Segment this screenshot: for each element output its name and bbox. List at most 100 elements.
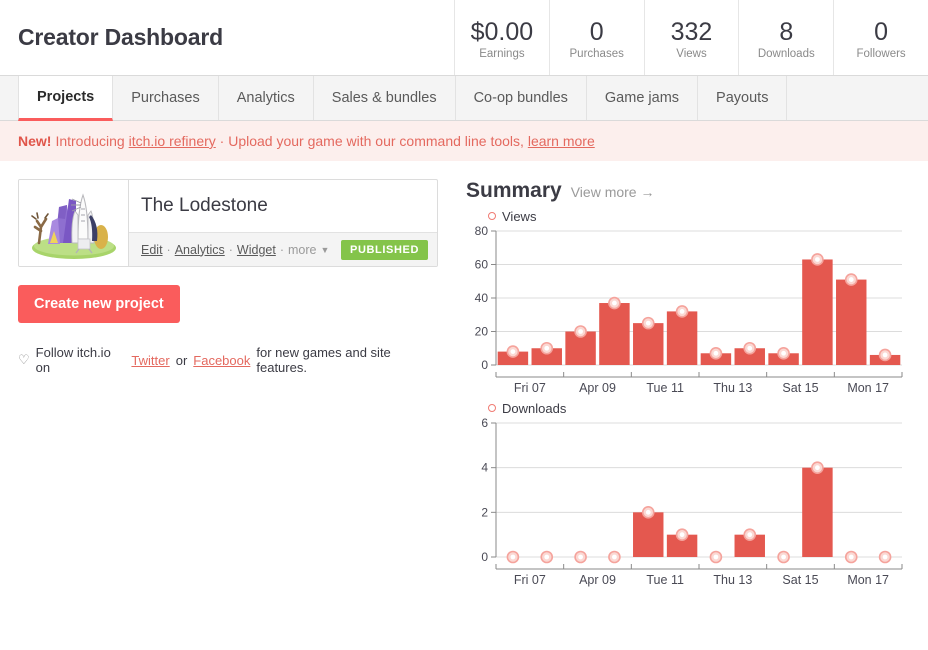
stat-value: $0.00 xyxy=(471,19,534,45)
data-point-marker[interactable] xyxy=(880,552,891,563)
announcement-banner: New! Introducing itch.io refinery · Uplo… xyxy=(0,121,928,161)
banner-text-2: · Upload your game with our command line… xyxy=(220,133,524,149)
x-axis-label: Thu 13 xyxy=(713,381,752,395)
y-axis-label: 60 xyxy=(475,258,489,272)
project-thumbnail[interactable] xyxy=(19,180,129,266)
follow-text-after: for new games and site features. xyxy=(256,345,438,375)
x-axis-label: Sat 15 xyxy=(782,573,818,587)
project-widget-link[interactable]: Widget xyxy=(237,243,276,257)
more-label: more xyxy=(288,243,316,257)
x-axis-label: Mon 17 xyxy=(847,573,889,587)
legend-circle-icon xyxy=(488,212,496,220)
x-axis-label: Sat 15 xyxy=(782,381,818,395)
data-point-marker[interactable] xyxy=(812,254,823,265)
stat-value: 0 xyxy=(874,19,888,45)
data-point-marker[interactable] xyxy=(575,326,586,337)
create-new-project-button[interactable]: Create new project xyxy=(18,285,180,323)
data-point-marker[interactable] xyxy=(710,348,721,359)
project-title[interactable]: The Lodestone xyxy=(129,180,437,232)
tab-game-jams[interactable]: Game jams xyxy=(587,76,698,120)
bar[interactable] xyxy=(633,512,663,557)
follow-text-before: Follow itch.io on xyxy=(36,345,126,375)
x-axis-label: Fri 07 xyxy=(514,573,546,587)
data-point-marker[interactable] xyxy=(609,298,620,309)
summary-view-more-link[interactable]: View more → xyxy=(571,184,655,200)
stat-label: Earnings xyxy=(479,48,524,60)
tab-purchases[interactable]: Purchases xyxy=(113,76,219,120)
stat-value: 0 xyxy=(590,19,604,45)
y-axis-label: 4 xyxy=(481,461,488,475)
data-point-marker[interactable] xyxy=(541,552,552,563)
tab-projects[interactable]: Projects xyxy=(18,76,113,121)
downloads-chart-svg: 0246Fri 07Apr 09Tue 11Thu 13Sat 15Mon 17 xyxy=(466,417,906,587)
follow-text-mid: or xyxy=(176,353,188,368)
data-point-marker[interactable] xyxy=(541,343,552,354)
views-chart[interactable]: 020406080Fri 07Apr 09Tue 11Thu 13Sat 15M… xyxy=(466,225,910,395)
project-actions: Edit · Analytics · Widget · more ▼ PUBLI… xyxy=(129,232,437,266)
stat-value: 8 xyxy=(779,19,793,45)
data-point-marker[interactable] xyxy=(812,462,823,473)
bar[interactable] xyxy=(599,303,629,365)
data-point-marker[interactable] xyxy=(643,507,654,518)
tab-co-op-bundles[interactable]: Co-op bundles xyxy=(456,76,587,120)
banner-text-1: Introducing xyxy=(55,133,124,149)
stat-purchases: 0 Purchases xyxy=(550,0,645,75)
bar[interactable] xyxy=(802,468,832,557)
data-point-marker[interactable] xyxy=(778,552,789,563)
y-axis-label: 80 xyxy=(475,225,489,238)
data-point-marker[interactable] xyxy=(744,529,755,540)
action-separator: · xyxy=(167,243,171,257)
data-point-marker[interactable] xyxy=(575,552,586,563)
heart-icon: ♡ xyxy=(18,352,30,368)
summary-title: Summary xyxy=(466,179,562,203)
chevron-down-icon: ▼ xyxy=(320,245,329,255)
tab-analytics[interactable]: Analytics xyxy=(219,76,314,120)
action-separator: · xyxy=(280,243,284,257)
data-point-marker[interactable] xyxy=(778,348,789,359)
downloads-chart[interactable]: 0246Fri 07Apr 09Tue 11Thu 13Sat 15Mon 17 xyxy=(466,417,910,587)
x-axis-label: Mon 17 xyxy=(847,381,889,395)
y-axis-label: 40 xyxy=(475,291,489,305)
data-point-marker[interactable] xyxy=(507,346,518,357)
bar[interactable] xyxy=(667,311,697,365)
y-axis-label: 0 xyxy=(481,550,488,564)
stat-downloads: 8Downloads xyxy=(739,0,834,75)
x-axis-label: Tue 11 xyxy=(646,573,684,587)
tab-bar: ProjectsPurchasesAnalyticsSales & bundle… xyxy=(0,76,928,121)
downloads-chart-legend: Downloads xyxy=(466,399,910,417)
data-point-marker[interactable] xyxy=(710,552,721,563)
stat-earnings: $0.00 Earnings xyxy=(455,0,550,75)
data-point-marker[interactable] xyxy=(643,318,654,329)
summary-column: Summary View more → Views 020406080Fri 0… xyxy=(438,179,910,587)
x-axis-label: Apr 09 xyxy=(579,381,616,395)
twitter-link[interactable]: Twitter xyxy=(131,353,169,368)
bar[interactable] xyxy=(836,280,866,365)
y-axis-label: 6 xyxy=(481,417,488,430)
views-chart-svg: 020406080Fri 07Apr 09Tue 11Thu 13Sat 15M… xyxy=(466,225,906,395)
legend-circle-icon xyxy=(488,404,496,412)
facebook-link[interactable]: Facebook xyxy=(193,353,250,368)
bar[interactable] xyxy=(802,259,832,365)
project-edit-link[interactable]: Edit xyxy=(141,243,163,257)
data-point-marker[interactable] xyxy=(507,552,518,563)
stat-label: Purchases xyxy=(570,48,624,60)
views-legend-label: Views xyxy=(502,209,536,224)
data-point-marker[interactable] xyxy=(846,552,857,563)
banner-refinery-link[interactable]: itch.io refinery xyxy=(129,133,216,149)
banner-learn-more-link[interactable]: learn more xyxy=(528,133,595,149)
data-point-marker[interactable] xyxy=(744,343,755,354)
tab-payouts[interactable]: Payouts xyxy=(698,76,787,120)
data-point-marker[interactable] xyxy=(609,552,620,563)
data-point-marker[interactable] xyxy=(846,274,857,285)
stats-bar: $0.00Earnings0Purchases332Views8Download… xyxy=(455,0,928,75)
project-analytics-link[interactable]: Analytics xyxy=(175,243,225,257)
data-point-marker[interactable] xyxy=(677,306,688,317)
data-point-marker[interactable] xyxy=(677,529,688,540)
data-point-marker[interactable] xyxy=(880,349,891,360)
action-separator: · xyxy=(229,243,233,257)
tab-sales-bundles[interactable]: Sales & bundles xyxy=(314,76,456,120)
project-card[interactable]: The Lodestone Edit · Analytics · Widget … xyxy=(18,179,438,267)
downloads-legend-label: Downloads xyxy=(502,401,566,416)
summary-header: Summary View more → xyxy=(466,179,910,203)
project-more-menu[interactable]: more ▼ xyxy=(288,243,329,257)
